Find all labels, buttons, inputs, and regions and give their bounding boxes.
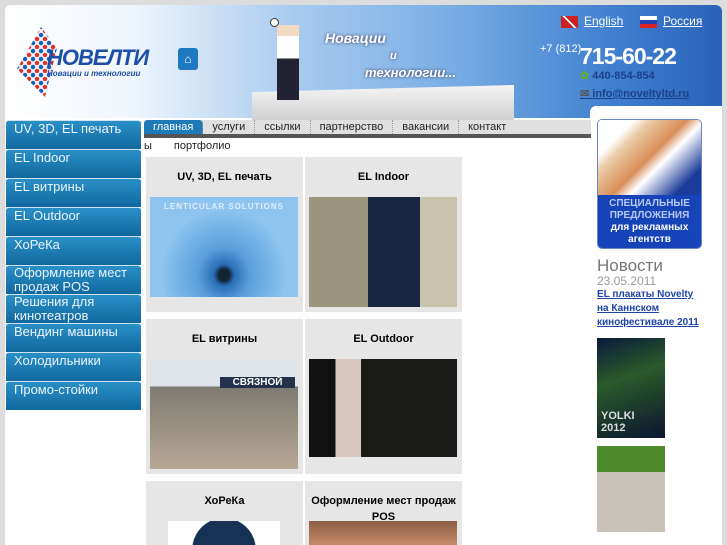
news-link[interactable]: EL плакаты Novelty на Каннском кинофести… bbox=[597, 288, 707, 330]
nav-home[interactable]: главная bbox=[144, 120, 204, 134]
email-link[interactable]: ✉ info@noveltyltd.ru bbox=[580, 87, 689, 100]
yolki-poster[interactable]: YOLKI 2012 bbox=[597, 338, 665, 438]
ball-image bbox=[270, 18, 279, 27]
grid-item-title: EL Indoor bbox=[357, 171, 410, 183]
logo[interactable]: НОВЕЛТИ Новации и технологии bbox=[17, 27, 152, 97]
businessman-image bbox=[277, 25, 299, 100]
icq: ✿ 440-854-854 bbox=[580, 69, 655, 82]
sidebar-item-cinemas[interactable]: Решения для кинотеатров bbox=[6, 294, 141, 323]
news-heading: Новости bbox=[597, 256, 663, 275]
lang-english-label: English bbox=[584, 14, 624, 28]
phone-number: 715-60-22 bbox=[580, 43, 677, 69]
grid-item-title: EL витрины bbox=[191, 333, 258, 345]
poster-title: YOLKI 2012 bbox=[601, 410, 635, 434]
horeca-image bbox=[168, 521, 280, 545]
nav-portfolio[interactable]: портфолио bbox=[174, 140, 231, 152]
promo-line: для рекламных bbox=[610, 222, 689, 233]
sidebar-item-vending[interactable]: Вендинг машины bbox=[6, 323, 141, 352]
grid-item-horeca[interactable]: ХоРеКа bbox=[146, 481, 303, 545]
nav-overflow: ы портфолио bbox=[144, 140, 231, 152]
sidebar-item-pos[interactable]: Оформление мест продаж POS bbox=[6, 265, 141, 294]
grid-item-title: UV, 3D, EL печать bbox=[177, 171, 272, 183]
right-column: СПЕЦИАЛЬНЫЕ ПРЕДЛОЖЕНИЯ для рекламных агент… bbox=[597, 119, 707, 532]
sidebar-item-fridges[interactable]: Холодильники bbox=[6, 352, 141, 381]
slogan-line2: и bbox=[390, 50, 397, 62]
image-caption: СВЯЗНОЙ bbox=[220, 377, 295, 388]
special-offers-banner[interactable]: СПЕЦИАЛЬНЫЕ ПРЕДЛОЖЕНИЯ для рекламных агент… bbox=[597, 119, 702, 249]
grid-item-el-showcases[interactable]: EL витрины СВЯЗНОЙ bbox=[146, 319, 303, 474]
scissors-money-image bbox=[598, 120, 701, 195]
nav-contacts[interactable]: контакт bbox=[459, 120, 515, 134]
lenticular-image: LENTICULAR SOLUTIONS bbox=[150, 197, 298, 297]
sidebar-item-el-outdoor[interactable]: EL Outdoor bbox=[6, 207, 141, 236]
grid-item-uv-print[interactable]: UV, 3D, EL печать LENTICULAR SOLUTIONS bbox=[146, 157, 303, 312]
header-corner bbox=[590, 106, 722, 120]
sidebar-item-el-indoor[interactable]: EL Indoor bbox=[6, 149, 141, 178]
home-icon[interactable]: ⌂ bbox=[178, 48, 198, 70]
grid-item-title: ХоРеКа bbox=[204, 495, 245, 507]
pos-image bbox=[309, 521, 457, 545]
brand-tagline: Новации и технологии bbox=[47, 69, 141, 78]
grid-item-title: EL Outdoor bbox=[353, 333, 414, 345]
promo-line: СПЕЦИАЛЬНЫЕ bbox=[609, 198, 690, 209]
phone-code: +7 (812) bbox=[540, 43, 582, 55]
ru-flag-icon bbox=[640, 15, 657, 28]
el-showcases-image: СВЯЗНОЙ bbox=[150, 359, 298, 469]
uk-flag-icon bbox=[561, 15, 578, 28]
lang-russia-label: Россия bbox=[663, 14, 703, 28]
sidebar: UV, 3D, EL печать EL Indoor EL витрины E… bbox=[6, 120, 141, 410]
lang-russia-link[interactable]: Россия bbox=[640, 14, 702, 28]
sidebar-item-promo-stands[interactable]: Промо-стойки bbox=[6, 381, 141, 410]
lang-english-link[interactable]: English bbox=[561, 14, 623, 28]
grid-item-el-indoor[interactable]: EL Indoor bbox=[305, 157, 462, 312]
brand-name: НОВЕЛТИ bbox=[47, 45, 149, 70]
slogan-line3: технологии... bbox=[365, 65, 456, 80]
el-indoor-image bbox=[309, 197, 457, 307]
icq-icon: ✿ bbox=[580, 70, 593, 82]
nav-links[interactable]: ссылки bbox=[255, 120, 311, 134]
promo-line: ПРЕДЛОЖЕНИЯ bbox=[609, 210, 690, 221]
image-caption: LENTICULAR SOLUTIONS bbox=[164, 202, 284, 211]
email-address: info@noveltyltd.ru bbox=[592, 88, 690, 100]
news-date: 23.05.2011 bbox=[597, 274, 657, 288]
grid-item-pos[interactable]: Оформление мест продаж POS bbox=[305, 481, 462, 545]
sidebar-item-uv-print[interactable]: UV, 3D, EL печать bbox=[6, 120, 141, 149]
slogan-line1: Новации bbox=[325, 30, 386, 46]
top-nav: главная услуги ссылки партнерство ваканс… bbox=[144, 120, 591, 138]
sidebar-item-horeca[interactable]: ХоРеКа bbox=[6, 236, 141, 265]
header: НОВЕЛТИ Новации и технологии ⌂ Новации и… bbox=[5, 5, 722, 120]
nav-services[interactable]: услуги bbox=[203, 120, 256, 134]
promo-line: агентств bbox=[628, 234, 671, 245]
page: НОВЕЛТИ Новации и технологии ⌂ Новации и… bbox=[5, 5, 722, 545]
nav-vacancies[interactable]: вакансии bbox=[393, 120, 460, 134]
el-outdoor-image bbox=[309, 359, 457, 457]
nav-overflow-fragment: ы bbox=[144, 140, 152, 152]
grid-item-el-outdoor[interactable]: EL Outdoor bbox=[305, 319, 462, 474]
nav-partnership[interactable]: партнерство bbox=[311, 120, 394, 134]
icq-number: 440-854-854 bbox=[592, 70, 655, 82]
mail-icon: ✉ bbox=[580, 88, 593, 100]
sidebar-item-el-showcases[interactable]: EL витрины bbox=[6, 178, 141, 207]
comedy-poster[interactable] bbox=[597, 446, 665, 532]
